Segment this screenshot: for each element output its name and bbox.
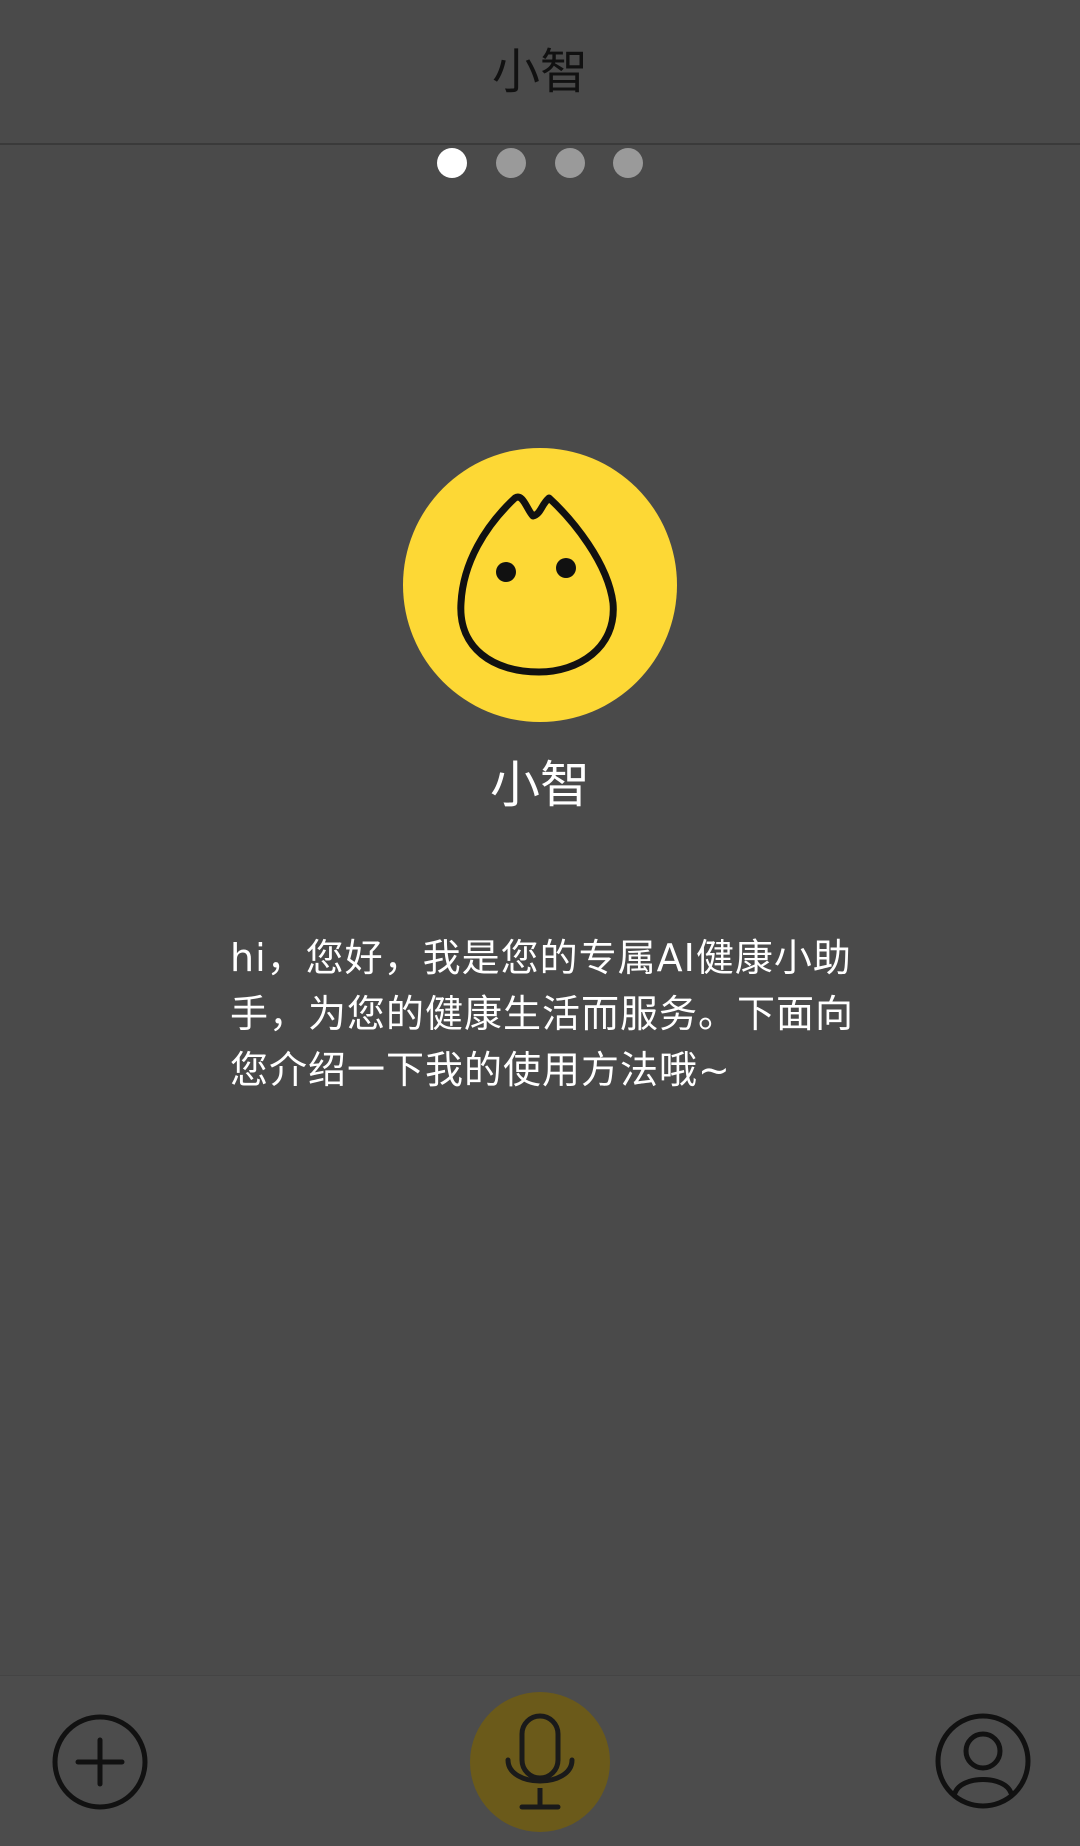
page-title: 小智 <box>491 44 588 100</box>
voice-input-button[interactable] <box>470 1692 610 1832</box>
bottom-toolbar <box>0 1675 1080 1846</box>
intro-message: hi，您好，我是您的专属AI健康小助手，为您的健康生活而服务。下面向您介绍一下我… <box>230 936 855 1092</box>
cat-face-icon <box>457 493 617 676</box>
user-profile-icon <box>935 1713 1031 1809</box>
top-header: 小智 <box>0 0 1080 145</box>
page-dot-3[interactable] <box>555 148 585 178</box>
assistant-name: 小智 <box>490 756 590 814</box>
profile-button[interactable] <box>935 1713 1031 1809</box>
add-button[interactable] <box>52 1714 148 1810</box>
page-dot-2[interactable] <box>496 148 526 178</box>
assistant-avatar <box>403 448 677 722</box>
page-dot-1[interactable] <box>437 148 467 178</box>
page-dot-4[interactable] <box>613 148 643 178</box>
page-indicator <box>0 148 1080 178</box>
microphone-icon <box>505 1713 575 1810</box>
plus-circle-icon <box>52 1714 148 1810</box>
